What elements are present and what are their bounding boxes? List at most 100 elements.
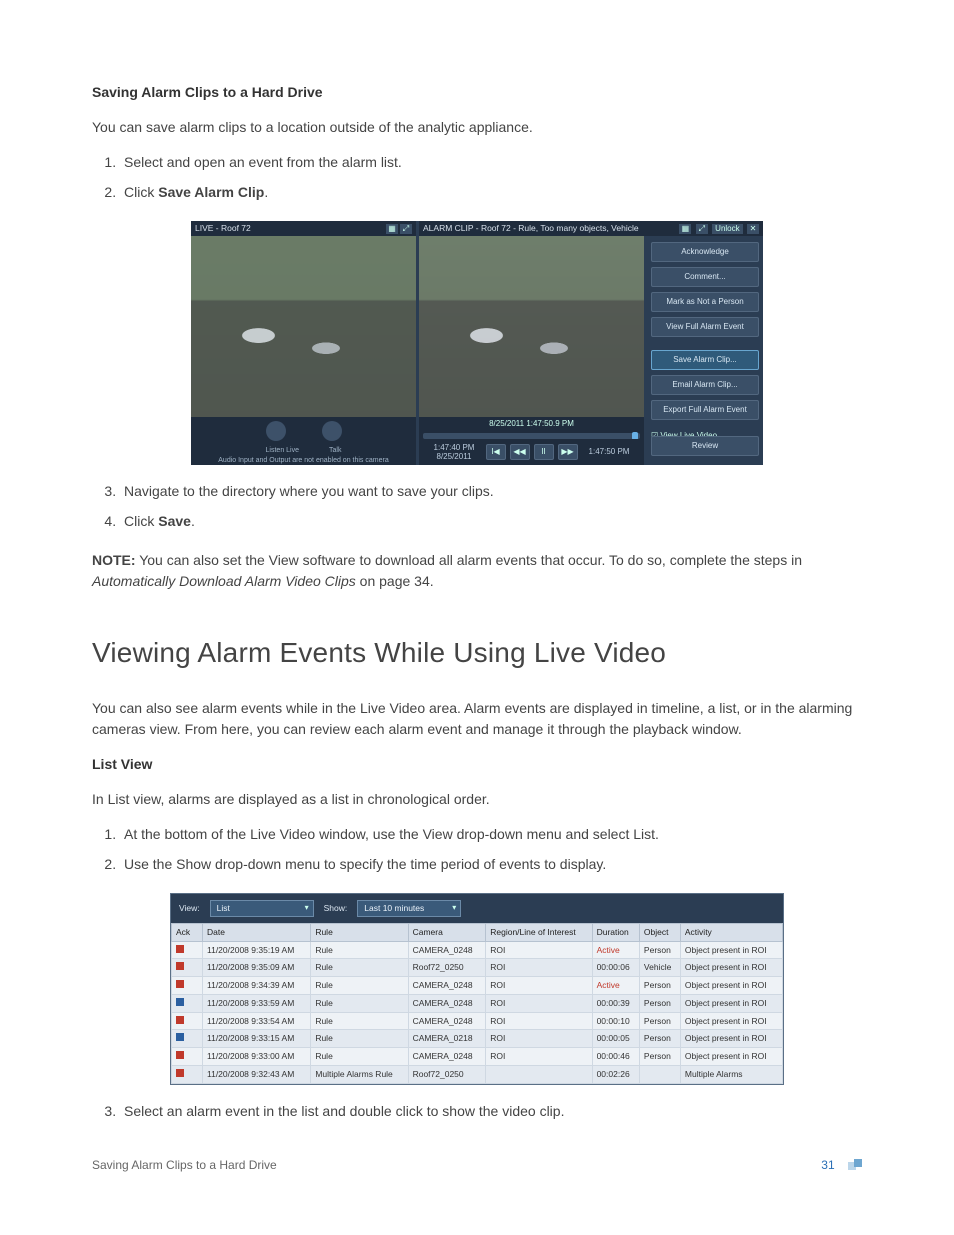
- listen-icon[interactable]: [266, 421, 286, 441]
- col-date[interactable]: Date: [203, 923, 311, 941]
- col-camera[interactable]: Camera: [408, 923, 486, 941]
- step-1-4: Click Save.: [120, 511, 862, 532]
- snapshot-icon[interactable]: ▦: [386, 224, 398, 234]
- table-row[interactable]: 11/20/2008 9:33:15 AMRuleCAMERA_0218ROI0…: [172, 1030, 783, 1048]
- camera-cell: Roof72_0250: [408, 959, 486, 977]
- save-alarm-clip-button[interactable]: Save Alarm Clip...: [651, 350, 759, 370]
- audio-disabled-note: Audio Input and Output are not enabled o…: [191, 456, 416, 467]
- duration-cell: 00:00:10: [592, 1012, 639, 1030]
- intro-paragraph-2: You can also see alarm events while in t…: [92, 698, 862, 740]
- talk-icon[interactable]: [322, 421, 342, 441]
- rewind-button[interactable]: ◀◀: [510, 444, 530, 460]
- list-view-toolbar: View: List Show: Last 10 minutes: [171, 894, 783, 923]
- live-pane-header: LIVE - Roof 72 ▦⤢: [191, 221, 416, 236]
- rule-cell: Multiple Alarms Rule: [311, 1065, 408, 1083]
- ack-indicator-icon: [176, 1069, 184, 1077]
- table-row[interactable]: 11/20/2008 9:35:19 AMRuleCAMERA_0248ROIA…: [172, 941, 783, 959]
- rule-cell: Rule: [311, 1030, 408, 1048]
- ack-cell: [172, 994, 203, 1012]
- comment-button[interactable]: Comment...: [651, 267, 759, 287]
- acknowledge-button[interactable]: Acknowledge: [651, 242, 759, 262]
- object-cell: Person: [639, 977, 680, 995]
- activity-cell: Object present in ROI: [680, 941, 782, 959]
- col-object[interactable]: Object: [639, 923, 680, 941]
- table-row[interactable]: 11/20/2008 9:32:43 AMMultiple Alarms Rul…: [172, 1065, 783, 1083]
- col-duration[interactable]: Duration: [592, 923, 639, 941]
- live-pane-window-buttons: ▦⤢: [384, 222, 412, 235]
- roi-cell: ROI: [486, 994, 592, 1012]
- ack-indicator-icon: [176, 1033, 184, 1041]
- date-cell: 11/20/2008 9:34:39 AM: [203, 977, 311, 995]
- clip-timeline: 8/25/2011 1:47:50.9 PM: [419, 417, 644, 439]
- page-footer: Saving Alarm Clips to a Hard Drive 31: [92, 1156, 862, 1175]
- snapshot-icon[interactable]: ▦: [679, 224, 691, 234]
- roi-cell: ROI: [486, 959, 592, 977]
- footer-title: Saving Alarm Clips to a Hard Drive: [92, 1158, 277, 1172]
- note-text: You can also set the View software to do…: [136, 552, 802, 568]
- camera-cell: CAMERA_0248: [408, 994, 486, 1012]
- step-2-2: Use the Show drop-down menu to specify t…: [120, 854, 862, 875]
- alarm-clip-pane[interactable]: [419, 236, 644, 417]
- export-full-event-button[interactable]: Export Full Alarm Event: [651, 400, 759, 420]
- date-cell: 11/20/2008 9:33:54 AM: [203, 1012, 311, 1030]
- roi-cell: ROI: [486, 941, 592, 959]
- view-dropdown[interactable]: List: [210, 900, 314, 917]
- table-row[interactable]: 11/20/2008 9:33:59 AMRuleCAMERA_0248ROI0…: [172, 994, 783, 1012]
- object-cell: Person: [639, 1048, 680, 1066]
- review-button[interactable]: Review: [651, 436, 759, 456]
- note-label: NOTE:: [92, 552, 136, 568]
- duration-cell: 00:00:06: [592, 959, 639, 977]
- step-text: Click: [124, 184, 158, 200]
- col-activity[interactable]: Activity: [680, 923, 782, 941]
- roi-cell: [486, 1065, 592, 1083]
- object-cell: Person: [639, 1012, 680, 1030]
- email-alarm-clip-button[interactable]: Email Alarm Clip...: [651, 375, 759, 395]
- expand-icon[interactable]: ⤢: [696, 224, 708, 234]
- unlock-button[interactable]: Unlock: [712, 224, 742, 234]
- ack-cell: [172, 1048, 203, 1066]
- step-bold: Save Alarm Clip: [158, 184, 264, 200]
- activity-cell: Object present in ROI: [680, 959, 782, 977]
- table-row[interactable]: 11/20/2008 9:35:09 AMRuleRoof72_0250ROI0…: [172, 959, 783, 977]
- live-video-pane[interactable]: [191, 236, 416, 417]
- ack-cell: [172, 941, 203, 959]
- view-label: View:: [179, 902, 200, 915]
- table-row[interactable]: 11/20/2008 9:33:54 AMRuleCAMERA_0248ROI0…: [172, 1012, 783, 1030]
- activity-cell: Multiple Alarms: [680, 1065, 782, 1083]
- col-roi[interactable]: Region/Line of Interest: [486, 923, 592, 941]
- ack-cell: [172, 959, 203, 977]
- object-cell: [639, 1065, 680, 1083]
- date-cell: 11/20/2008 9:32:43 AM: [203, 1065, 311, 1083]
- intro-paragraph-1: You can save alarm clips to a location o…: [92, 117, 862, 138]
- show-dropdown[interactable]: Last 10 minutes: [357, 900, 461, 917]
- clip-pane-window-buttons: ▦ ⤢ Unlock ✕: [677, 222, 759, 235]
- col-rule[interactable]: Rule: [311, 923, 408, 941]
- fast-forward-button[interactable]: ▶▶: [558, 444, 578, 460]
- col-ack[interactable]: Ack: [172, 923, 203, 941]
- ack-indicator-icon: [176, 945, 184, 953]
- heading-saving-clips: Saving Alarm Clips to a Hard Drive: [92, 82, 862, 103]
- duration-cell: Active: [592, 977, 639, 995]
- step-2-1: At the bottom of the Live Video window, …: [120, 824, 862, 845]
- mark-not-person-button[interactable]: Mark as Not a Person: [651, 292, 759, 312]
- ack-cell: [172, 1012, 203, 1030]
- camera-cell: CAMERA_0218: [408, 1030, 486, 1048]
- duration-cell: 00:02:26: [592, 1065, 639, 1083]
- heading-list-view: List View: [92, 754, 862, 775]
- table-row[interactable]: 11/20/2008 9:34:39 AMRuleCAMERA_0248ROIA…: [172, 977, 783, 995]
- intro-paragraph-3: In List view, alarms are displayed as a …: [92, 789, 862, 810]
- pause-button[interactable]: II: [534, 444, 554, 460]
- first-frame-button[interactable]: I◀: [486, 444, 506, 460]
- camera-cell: CAMERA_0248: [408, 1048, 486, 1066]
- view-full-event-button[interactable]: View Full Alarm Event: [651, 317, 759, 337]
- camera-cell: CAMERA_0248: [408, 1012, 486, 1030]
- talk-label: Talk: [329, 447, 341, 454]
- close-icon[interactable]: ✕: [747, 224, 759, 234]
- ack-indicator-icon: [176, 1051, 184, 1059]
- clip-timestamp: 8/25/2011 1:47:50.9 PM: [419, 417, 644, 431]
- clip-pane-title: ALARM CLIP - Roof 72 - Rule, Too many ob…: [423, 222, 639, 235]
- expand-icon[interactable]: ⤢: [400, 224, 412, 234]
- table-row[interactable]: 11/20/2008 9:33:00 AMRuleCAMERA_0248ROI0…: [172, 1048, 783, 1066]
- figure-list-view: View: List Show: Last 10 minutes Ack Dat…: [170, 893, 784, 1085]
- camera-cell: CAMERA_0248: [408, 977, 486, 995]
